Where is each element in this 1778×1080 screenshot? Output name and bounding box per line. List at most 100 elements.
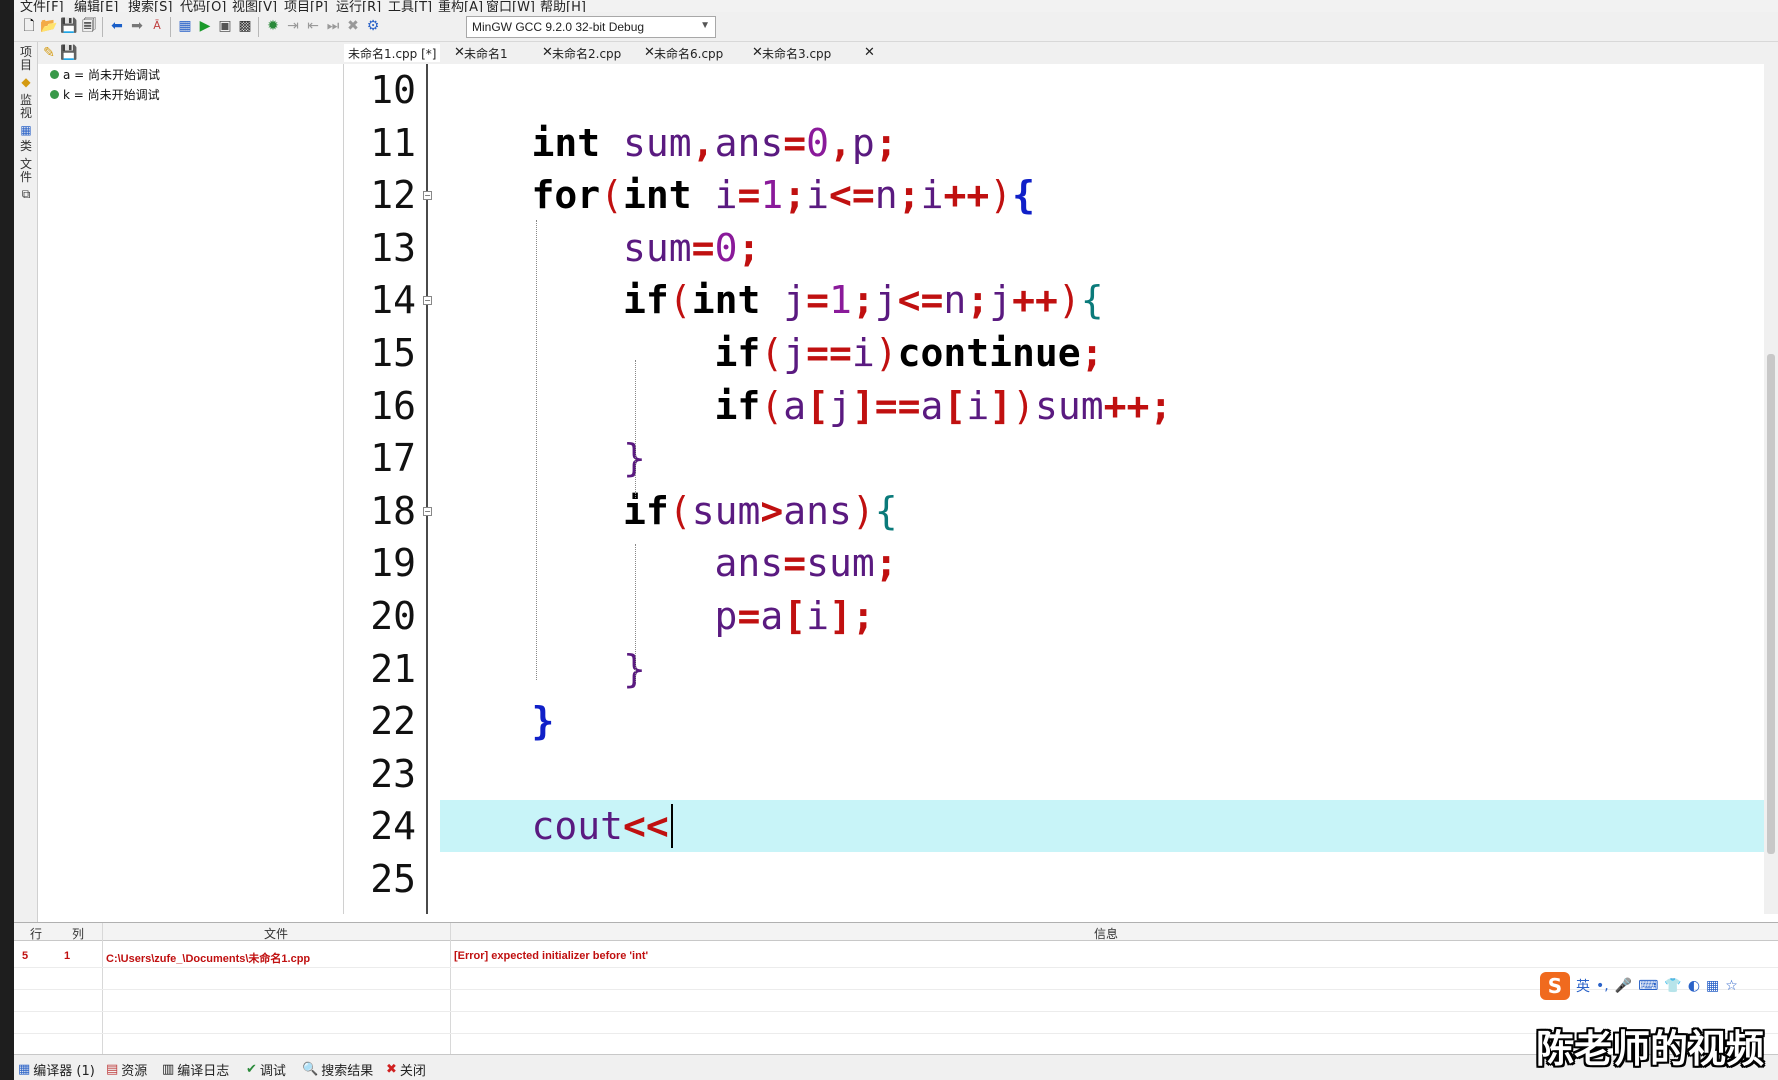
message-col[interactable]: 1	[64, 950, 70, 962]
menu-item[interactable]: 帮助[H]	[540, 0, 586, 12]
debug-icon[interactable]: ✹	[264, 17, 282, 35]
skin-icon[interactable]: 👕	[1664, 978, 1681, 994]
more-icon[interactable]: ☆	[1725, 978, 1738, 994]
format-icon[interactable]: Ā	[148, 17, 166, 35]
menu-item[interactable]: 编辑[E]	[74, 0, 118, 12]
editor-tab[interactable]: 未命名1	[460, 44, 512, 62]
close-tab-icon[interactable]: ✕	[864, 45, 875, 60]
editor-tab[interactable]: 未命名3.cpp	[758, 44, 835, 62]
code-line[interactable]: if(int j=1;j<=n;j++){	[440, 274, 1104, 326]
editor-vertical-scrollbar[interactable]	[1764, 64, 1778, 914]
next-icon[interactable]: ⏭	[324, 17, 342, 35]
tab-search-results[interactable]: 🔍 搜索结果	[302, 1060, 373, 1079]
menu-item[interactable]: 工具[T]	[388, 0, 432, 12]
save-watch-icon[interactable]: 💾	[60, 44, 78, 62]
menu-item[interactable]: 文件[F]	[20, 0, 64, 12]
code-line[interactable]: if(sum>ans){	[440, 485, 898, 537]
tab-close[interactable]: ✖ 关闭	[386, 1060, 426, 1079]
back-arrow-icon[interactable]: ⬅	[108, 17, 126, 35]
menu-item[interactable]: 项目[P]	[284, 0, 328, 12]
menu-item[interactable]: 运行[R]	[336, 0, 381, 12]
code-editor[interactable]: 10 11 12−13 14−15 16 17 18−19 20 21 22 23 24 25 int …	[344, 64, 1764, 914]
tab-compile-log[interactable]: ▥ 编译日志	[162, 1060, 229, 1079]
code-line[interactable]: if(a[j]==a[i])sum++;	[440, 380, 1173, 432]
fold-toggle-icon[interactable]: −	[423, 506, 432, 516]
profile-icon[interactable]: ⚙	[364, 17, 382, 35]
menu-item[interactable]: 重构[A]	[438, 0, 483, 12]
line-number: 20	[370, 594, 416, 638]
code-token: ans	[714, 541, 784, 586]
code-line[interactable]: }	[440, 643, 646, 695]
code-token: ==	[874, 383, 921, 428]
line-number: 21	[370, 646, 416, 691]
editor-tab[interactable]: 未命名6.cpp	[650, 44, 727, 62]
tab-debug[interactable]: ✔ 调试	[246, 1060, 286, 1079]
watch-item[interactable]: k = 尚未开始调试	[50, 86, 160, 103]
stop-icon[interactable]: ✖	[344, 17, 362, 35]
microphone-icon[interactable]: 🎤	[1615, 978, 1632, 994]
column-header-message[interactable]: 信息	[1094, 925, 1118, 942]
code-line[interactable]: for(int i=1;i<=n;i++){	[440, 169, 1035, 221]
code-token: [	[783, 594, 807, 638]
editor-tab[interactable]: 未命名1.cpp [*]	[344, 44, 441, 62]
indent-icon[interactable]: ⇥	[284, 17, 302, 35]
scroll-thumb[interactable]	[1767, 354, 1775, 854]
code-line[interactable]: int sum,ans=0,p;	[440, 117, 898, 169]
emoji-icon[interactable]: ◐	[1688, 978, 1700, 994]
save-all-icon[interactable]: 🗐	[80, 17, 98, 35]
fold-toggle-icon[interactable]: −	[423, 296, 432, 306]
vtab-watch[interactable]: 监视	[17, 94, 35, 120]
column-header-line[interactable]: 行	[30, 925, 42, 942]
column-header-col[interactable]: 列	[72, 925, 84, 942]
toolbox-icon[interactable]: ▦	[1706, 978, 1719, 994]
line-number: 14	[370, 278, 416, 323]
unindent-icon[interactable]: ⇤	[304, 17, 322, 35]
code-token: j	[783, 331, 807, 375]
keyboard-icon[interactable]: ⌨	[1638, 978, 1658, 994]
fold-toggle-icon[interactable]: −	[423, 191, 432, 201]
code-line[interactable]: }	[440, 432, 646, 484]
vtab-class[interactable]: 类	[17, 140, 35, 153]
code-token: cout	[531, 804, 624, 849]
watch-item[interactable]: a = 尚未开始调试	[50, 66, 160, 83]
code-token: i	[966, 383, 990, 428]
punctuation-icon[interactable]: •,	[1596, 978, 1609, 994]
open-file-icon[interactable]: 📂	[40, 17, 58, 35]
tab-resources[interactable]: ▤ 资源	[106, 1060, 147, 1079]
code-line[interactable]: if(j==i)continue;	[440, 327, 1104, 379]
new-file-icon[interactable]: 🗋	[20, 17, 38, 35]
tab-compiler[interactable]: ▦ 编译器 (1)	[18, 1060, 95, 1079]
add-watch-icon[interactable]: ✎	[40, 44, 58, 62]
code-line[interactable]: p=a[i];	[440, 590, 875, 642]
run-icon[interactable]: ▶	[196, 17, 214, 35]
message-text[interactable]: [Error] expected initializer before 'int…	[454, 950, 648, 962]
code-line[interactable]: ans=sum;	[440, 537, 898, 589]
code-line[interactable]: cout<<	[440, 800, 669, 852]
menu-item[interactable]: 搜索[S]	[128, 0, 172, 12]
code-line[interactable]: }	[440, 695, 555, 747]
compile-icon[interactable]: ▦	[176, 17, 194, 35]
compiler-select[interactable]: MinGW GCC 9.2.0 32-bit Debug ▼	[466, 16, 716, 38]
vtab-file[interactable]: 文件	[17, 158, 35, 184]
menu-item[interactable]: 视图[V]	[232, 0, 277, 12]
compile-run-icon[interactable]: ▣	[216, 17, 234, 35]
menu-item[interactable]: 代码[O]	[180, 0, 226, 12]
code-token: i	[806, 173, 830, 218]
ime-language[interactable]: 英	[1576, 976, 1590, 996]
row-divider	[14, 989, 1778, 990]
column-header-file[interactable]: 文件	[264, 925, 288, 942]
editor-tab[interactable]: 未命名2.cpp	[548, 44, 625, 62]
sogou-logo-icon[interactable]: S	[1540, 972, 1570, 1000]
code-token: if	[714, 383, 761, 428]
rebuild-icon[interactable]: ▩	[236, 17, 254, 35]
message-line[interactable]: 5	[22, 950, 28, 962]
forward-arrow-icon[interactable]: ➡	[128, 17, 146, 35]
menu-item[interactable]: 窗口[W]	[486, 0, 535, 12]
code-line[interactable]: sum=0;	[440, 222, 760, 274]
save-icon[interactable]: 💾	[60, 17, 78, 35]
code-token: int	[691, 278, 761, 323]
code-token: int	[623, 173, 692, 218]
vtab-project[interactable]: 项目	[17, 46, 35, 72]
code-token: j	[760, 278, 807, 323]
message-file[interactable]: C:\Users\zufe_\Documents\未命名1.cpp	[106, 950, 310, 966]
